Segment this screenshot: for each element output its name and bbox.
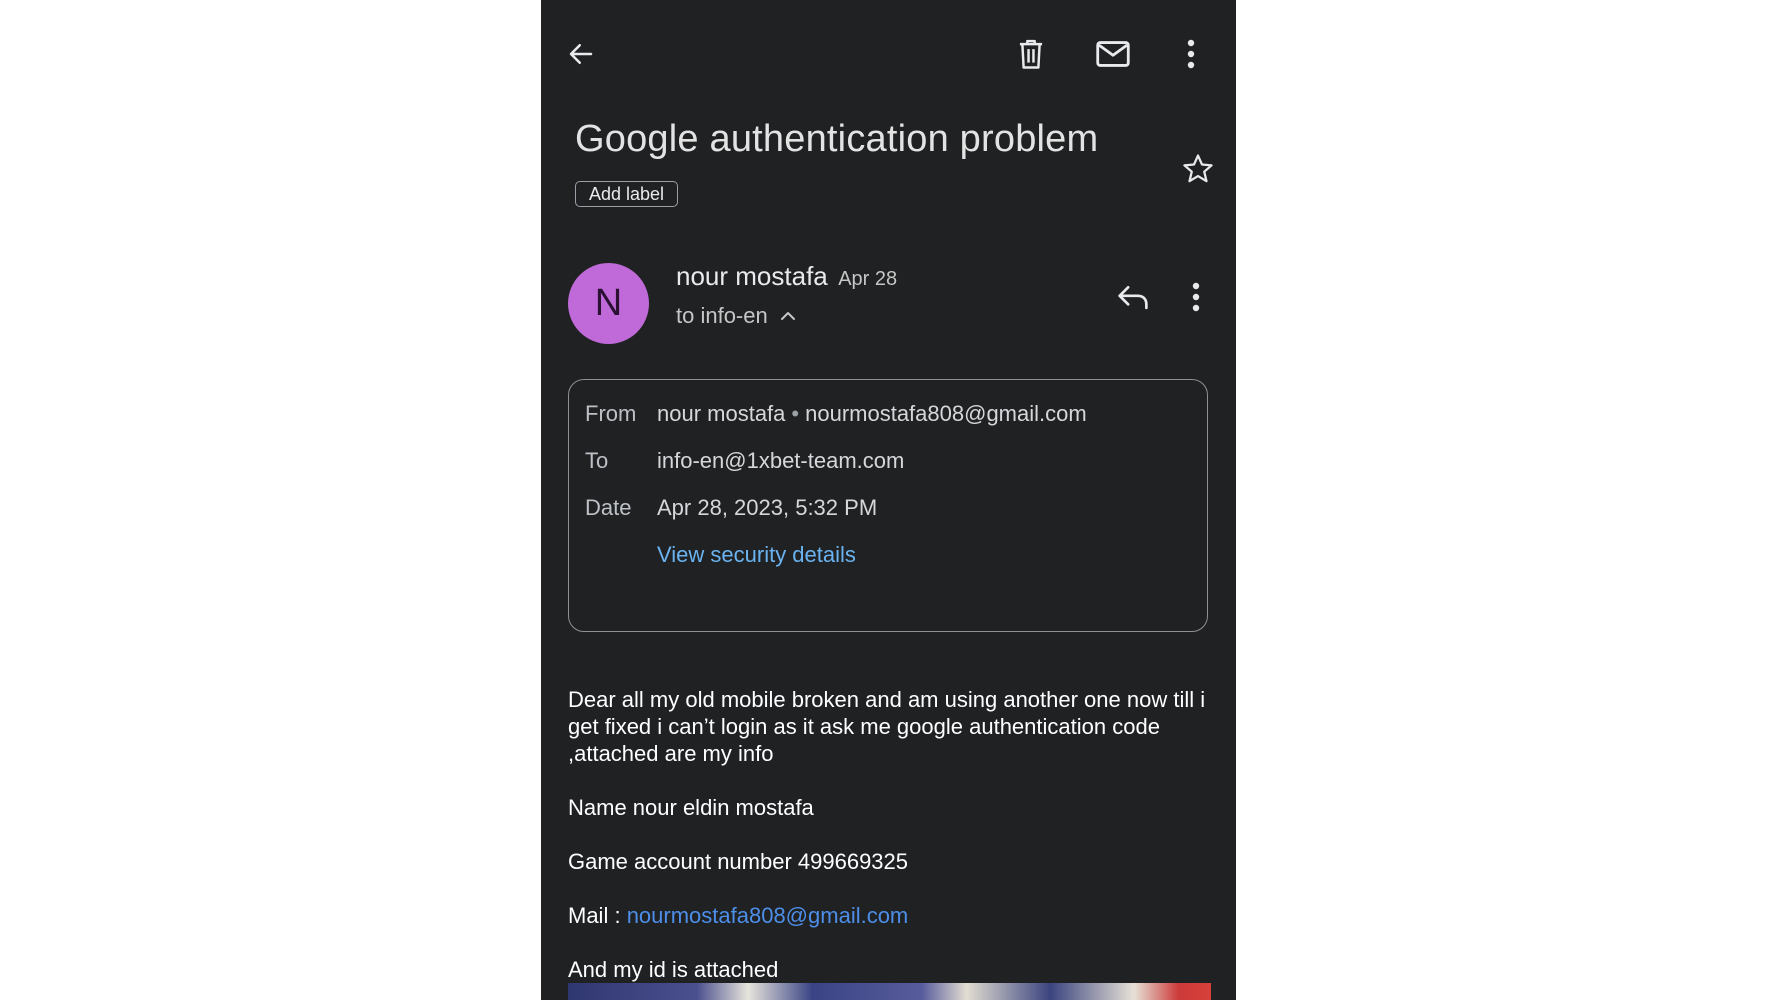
body-account-line: Game account number 499669325 [568,849,909,874]
reply-button[interactable] [1113,279,1153,315]
avatar[interactable]: N [568,263,649,344]
from-label: From [585,401,637,426]
to-value[interactable]: info-en@1xbet-team.com [657,448,904,474]
sender-date: Apr 28 [838,268,898,290]
sender-name: nour mostafa [676,261,828,291]
from-name: nour mostafa [657,401,786,426]
message-details-panel: From nour mostafa • nourmostafa808@gmail.c… [568,379,1208,632]
trash-icon [1019,39,1043,69]
recipient-summary: to info-en [676,303,768,328]
chevron-up-icon [780,312,795,320]
reply-icon [1118,285,1148,310]
mail-icon [1096,41,1130,67]
star-outline-icon [1183,154,1213,183]
from-value: nour mostafa • nourmostafa808@gmail.com [657,401,1087,427]
message-more-button[interactable] [1186,279,1206,315]
add-label-button[interactable]: Add label [575,181,679,207]
mail-link[interactable]: nourmostafa808@gmail.com [627,903,909,928]
more-vert-icon [1187,39,1195,69]
email-view: Google authentication problem Add label … [541,0,1236,1000]
toolbar-more-button[interactable] [1181,36,1201,72]
delete-button[interactable] [1013,36,1049,72]
mark-unread-button[interactable] [1093,36,1133,72]
body-mail-line: Mail : nourmostafa808@gmail.com [568,902,1208,929]
separator-dot: • [791,401,800,426]
back-button[interactable] [563,36,599,72]
date-label: Date [585,495,632,520]
to-label: To [585,448,609,473]
body-attached-line: And my id is attached [568,957,779,982]
arrow-left-icon [569,44,593,64]
date-value: Apr 28, 2023, 5:32 PM [657,495,878,520]
from-email[interactable]: nourmostafa808@gmail.com [805,401,1087,426]
view-security-details-link[interactable]: View security details [657,542,856,568]
body-name-line: Name nour eldin mostafa [568,795,814,820]
sender-header: nour mostafa Apr 28 [676,261,897,292]
email-subject: Google authentication problem [575,118,1099,160]
more-vert-icon [1192,282,1200,312]
mail-prefix: Mail : [568,903,627,928]
body-paragraph: Dear all my old mobile broken and am usi… [568,687,1206,766]
attached-id-image[interactable] [568,983,1211,1000]
star-button[interactable] [1180,151,1216,187]
recipient-toggle[interactable]: to info-en [676,303,796,329]
